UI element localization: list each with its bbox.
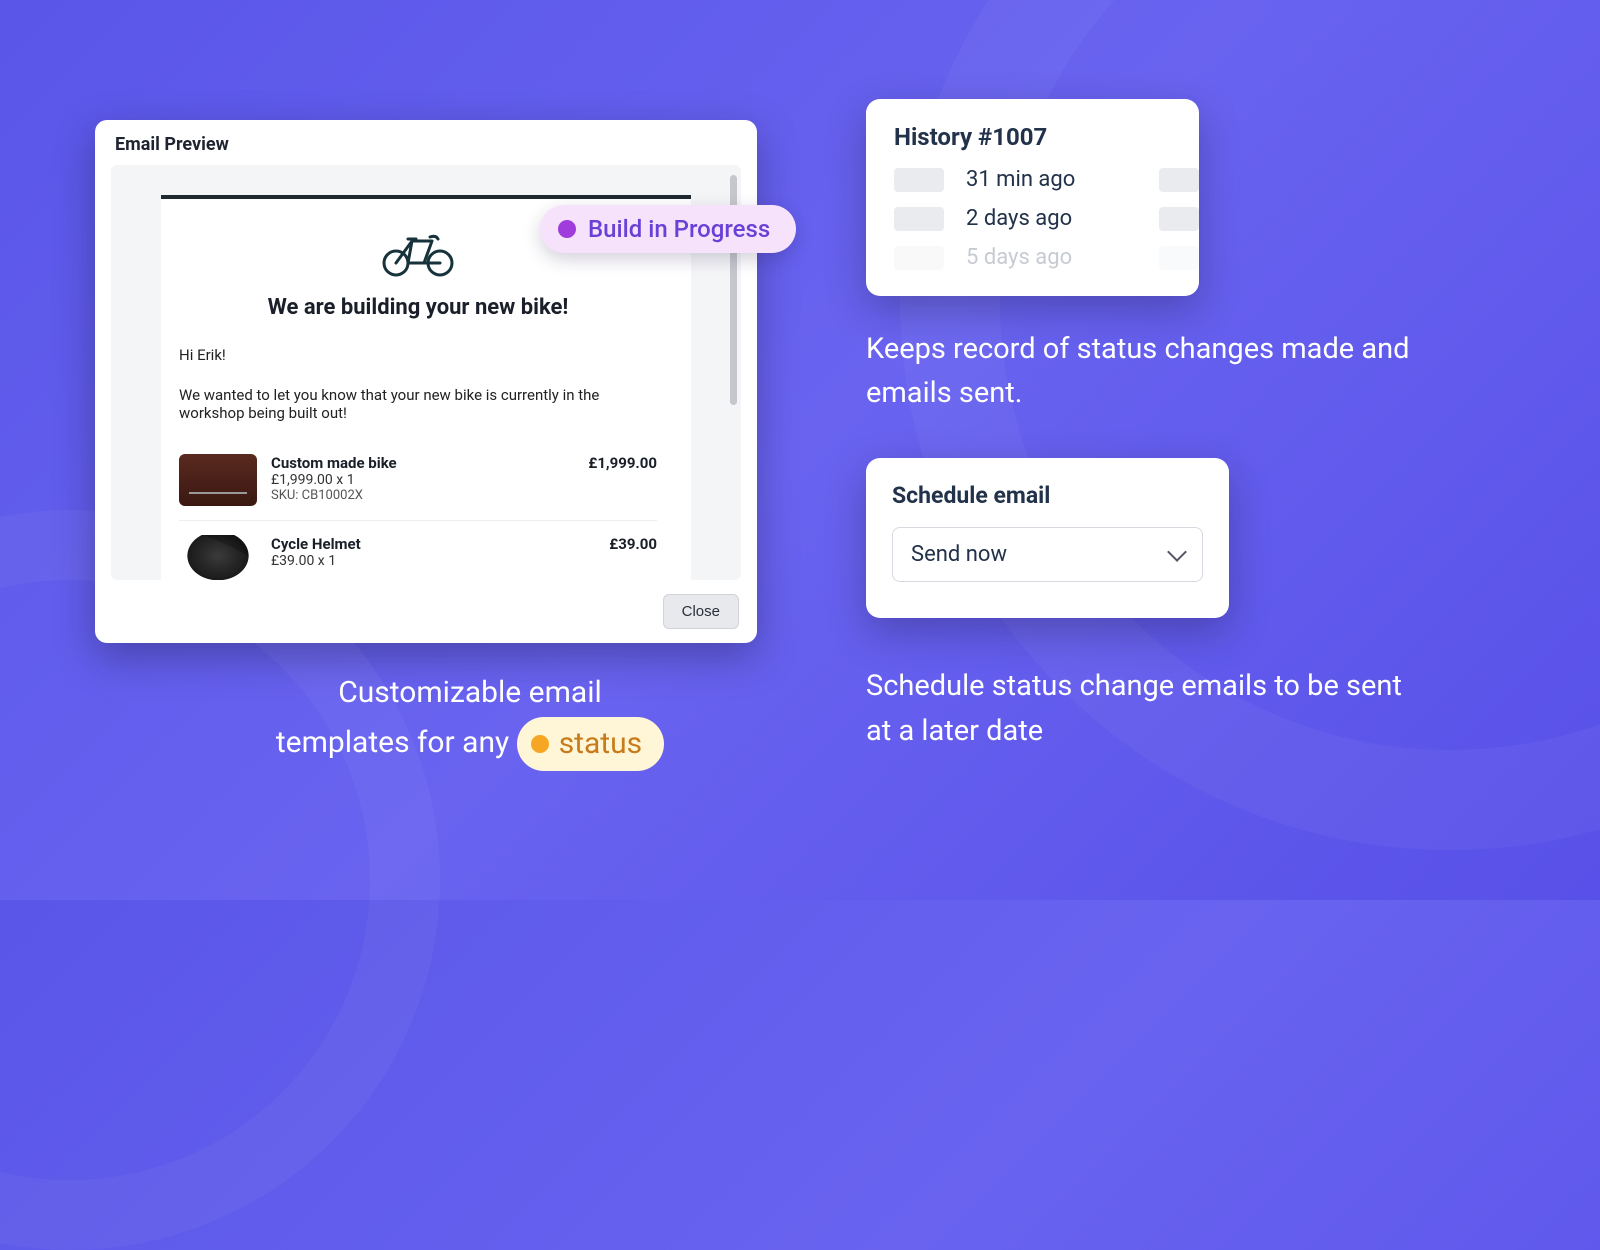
history-title: History #1007: [894, 123, 1199, 151]
schedule-title: Schedule email: [892, 482, 1203, 509]
history-row: 31 min ago: [894, 167, 1199, 192]
placeholder-block: [1159, 246, 1199, 270]
product-name: Cycle Helmet: [271, 535, 595, 553]
placeholder-block: [894, 246, 944, 270]
email-preview-footer: Close: [95, 580, 757, 643]
chevron-down-icon: [1167, 542, 1187, 562]
schedule-select[interactable]: Send now: [892, 527, 1203, 582]
status-pill-label: Build in Progress: [588, 215, 770, 243]
product-image-bike: [179, 454, 257, 506]
schedule-email-card: Schedule email Send now: [866, 458, 1229, 618]
email-body-text: We wanted to let you know that your new …: [179, 386, 657, 422]
email-preview-panel: Email Preview We are building your new b…: [95, 120, 757, 643]
history-caption: Keeps record of status changes made and …: [866, 328, 1426, 415]
product-image-helmet: [179, 535, 257, 580]
email-preview-header: Email Preview: [95, 120, 757, 165]
close-button[interactable]: Close: [663, 594, 739, 629]
product-row: Cycle Helmet £39.00 x 1 £39.00: [179, 520, 657, 580]
status-dot-icon: [558, 220, 576, 238]
history-timestamp: 31 min ago: [966, 167, 1137, 192]
placeholder-block: [894, 168, 944, 192]
status-pill-build-in-progress: Build in Progress: [540, 205, 796, 253]
schedule-select-value: Send now: [911, 542, 1007, 567]
status-dot-icon: [531, 735, 549, 753]
product-sku: SKU: CB10002X: [271, 488, 574, 503]
product-name: Custom made bike: [271, 454, 574, 472]
product-line: £1,999.00 x 1: [271, 472, 574, 488]
product-price: £1,999.00: [588, 454, 657, 472]
status-chip: status: [517, 717, 664, 772]
product-price: £39.00: [609, 535, 657, 553]
history-row: 2 days ago: [894, 206, 1199, 231]
placeholder-block: [1159, 207, 1199, 231]
caption-text: templates for any: [276, 725, 509, 760]
email-greeting: Hi Erik!: [179, 346, 657, 364]
status-chip-label: status: [559, 721, 642, 768]
history-timestamp: 2 days ago: [966, 206, 1137, 231]
email-headline: We are building your new bike!: [179, 295, 657, 320]
history-timestamp: 5 days ago: [966, 245, 1137, 270]
product-line: £39.00 x 1: [271, 553, 595, 569]
schedule-caption: Schedule status change emails to be sent…: [866, 664, 1426, 754]
product-row: Custom made bike £1,999.00 x 1 SKU: CB10…: [179, 446, 657, 520]
placeholder-block: [1159, 168, 1199, 192]
history-row: 5 days ago: [894, 245, 1199, 270]
caption-text: Customizable email: [338, 675, 602, 710]
left-caption: Customizable email templates for any sta…: [190, 670, 750, 771]
history-card: History #1007 31 min ago 2 days ago 5 da…: [866, 99, 1199, 296]
placeholder-block: [894, 207, 944, 231]
